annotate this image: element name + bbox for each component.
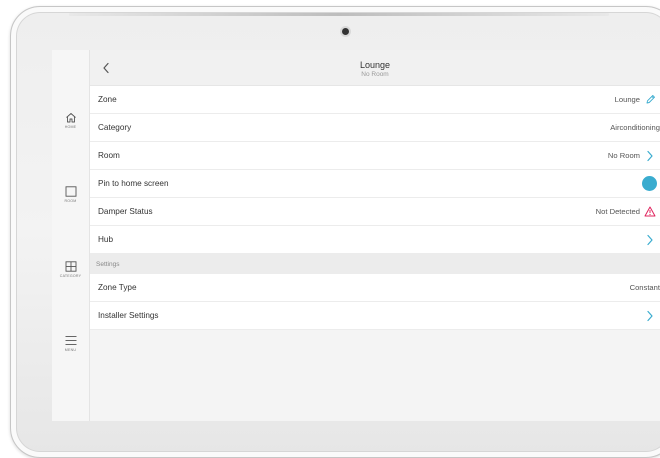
pencil-edit-icon xyxy=(646,95,655,104)
page-subtitle: No Room xyxy=(361,71,389,78)
sidebar-item-label: ROOM xyxy=(64,199,77,203)
pin-home-toggle[interactable] xyxy=(641,176,657,191)
app-screen: HOME ROOM CATEGORY MENU Lounge No Room Z… xyxy=(52,50,660,421)
hub-row[interactable]: Hub xyxy=(90,226,660,254)
home-icon xyxy=(65,113,76,123)
sidebar: HOME ROOM CATEGORY MENU xyxy=(52,50,90,421)
room-label: Room xyxy=(98,151,120,160)
hub-label: Hub xyxy=(98,235,114,244)
room-value: No Room xyxy=(607,151,640,160)
sidebar-item-label: HOME xyxy=(64,125,77,129)
zone-row[interactable]: Zone Lounge xyxy=(90,86,660,114)
sidebar-item-category[interactable]: CATEGORY xyxy=(52,261,89,295)
sidebar-item-label: MENU xyxy=(64,348,77,352)
category-value: Airconditioning xyxy=(610,123,660,132)
camera-icon xyxy=(342,28,349,35)
sidebar-item-home[interactable]: HOME xyxy=(52,112,89,146)
settings-list: Zone Lounge Category Airconditioning Roo… xyxy=(90,86,660,330)
zone-type-label: Zone Type xyxy=(98,283,137,292)
zone-type-value: Constant xyxy=(629,283,660,292)
chevron-right-icon xyxy=(647,150,653,161)
category-label: Category xyxy=(98,123,132,132)
hamburger-menu-icon xyxy=(65,336,76,345)
installer-settings-label: Installer Settings xyxy=(98,311,159,320)
sidebar-item-menu[interactable]: MENU xyxy=(52,335,89,369)
damper-status-row: Damper Status Not Detected xyxy=(90,198,660,226)
device-top-edge xyxy=(69,13,609,16)
zone-label: Zone xyxy=(98,95,117,104)
installer-settings-row[interactable]: Installer Settings xyxy=(90,302,660,330)
category-row[interactable]: Category Airconditioning xyxy=(90,114,660,142)
main-panel: Lounge No Room Zone Lounge Category Airc… xyxy=(90,50,660,421)
damper-status-label: Damper Status xyxy=(98,207,153,216)
pin-home-row: Pin to home screen xyxy=(90,170,660,198)
page-title: Lounge xyxy=(359,60,391,70)
pin-home-label: Pin to home screen xyxy=(98,179,169,188)
room-square-icon xyxy=(65,186,76,197)
sidebar-item-label: CATEGORY xyxy=(59,274,82,278)
zone-value: Lounge xyxy=(614,95,640,104)
settings-section-header: Settings xyxy=(90,254,660,274)
page-header: Lounge No Room xyxy=(90,50,660,86)
chevron-right-icon xyxy=(647,310,653,321)
warning-triangle-icon xyxy=(644,206,656,217)
damper-status-value: Not Detected xyxy=(595,207,640,216)
zone-type-row[interactable]: Zone Type Constant xyxy=(90,274,660,302)
chevron-right-icon xyxy=(647,234,653,245)
edit-zone-button[interactable] xyxy=(640,94,660,105)
grid-icon xyxy=(65,261,76,272)
room-row[interactable]: Room No Room xyxy=(90,142,660,170)
sidebar-item-room[interactable]: ROOM xyxy=(52,186,89,220)
